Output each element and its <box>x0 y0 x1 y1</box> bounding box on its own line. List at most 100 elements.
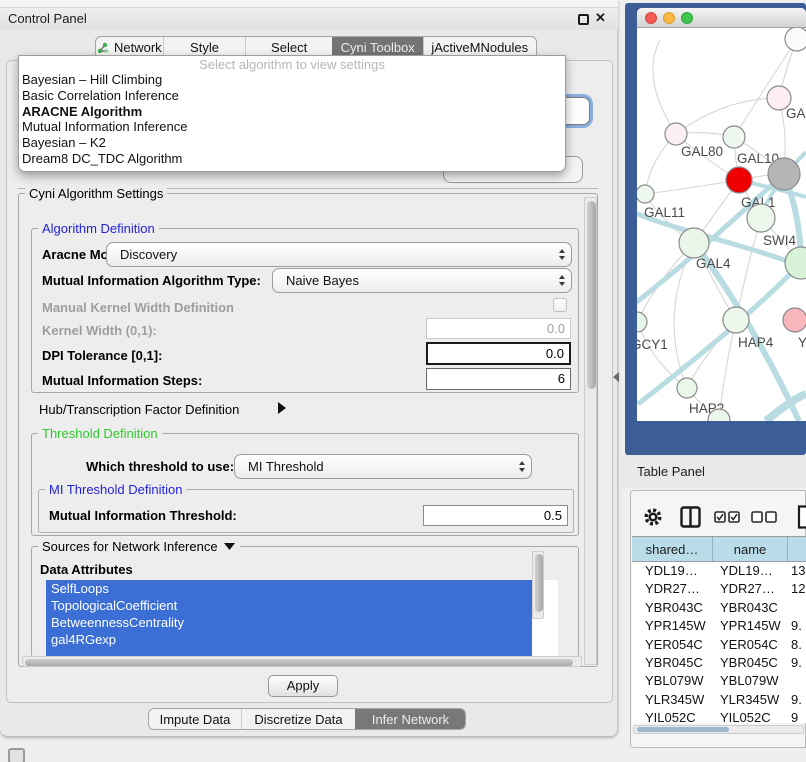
control-panel-title: Control Panel <box>8 11 87 26</box>
kernel-width-field[interactable]: 0.0 <box>426 318 571 339</box>
table-panel-titlebar: Table Panel <box>619 455 806 488</box>
attributes-list-scrollbar[interactable] <box>532 551 544 619</box>
network-node[interactable] <box>679 228 709 258</box>
mac-minimize-button[interactable] <box>663 12 675 24</box>
settings-scrollbar-thumb[interactable] <box>587 201 596 389</box>
file-icon[interactable] <box>797 505 806 529</box>
algorithm-option[interactable]: Bayesian – Hill Climbing <box>19 72 565 88</box>
select-all-checkboxes-icon[interactable] <box>714 511 740 523</box>
network-node[interactable] <box>723 307 749 333</box>
algorithm-option[interactable]: Bayesian – K2 <box>19 135 565 151</box>
table-cell: 9. <box>788 654 806 672</box>
attribute-list-item[interactable]: SelfLoops <box>46 580 532 597</box>
table-hscrollbar-thumb[interactable] <box>637 727 729 732</box>
table-row[interactable]: YBR043CYBR043C <box>632 599 806 617</box>
mi-type-label: Mutual Information Algorithm Type: <box>42 273 261 288</box>
combo-arrows-icon <box>513 461 531 472</box>
algorithm-dropdown-popup: Select algorithm to view settings Bayesi… <box>18 55 566 172</box>
table-cell: 12 <box>788 580 806 598</box>
tab-label: Cyni Toolbox <box>341 40 415 55</box>
table-row[interactable]: YER054CYER054C8. <box>632 636 806 654</box>
tab-discretize-data[interactable]: Discretize Data <box>241 709 355 729</box>
network-node[interactable] <box>677 378 697 398</box>
which-threshold-value: MI Threshold <box>235 459 513 474</box>
attribute-list-item[interactable]: TopologicalCoefficient <box>46 597 532 614</box>
network-node[interactable] <box>726 167 752 193</box>
tab-impute-data[interactable]: Impute Data <box>149 709 241 729</box>
deselect-all-checkboxes-icon[interactable] <box>751 511 777 523</box>
algorithm-option[interactable]: Mutual Information Inference <box>19 119 565 135</box>
network-node-label: GAL8 <box>786 106 806 121</box>
attributes-scrollbar-thumb[interactable] <box>535 554 543 612</box>
settings-horizontal-scrollbar[interactable] <box>22 656 582 667</box>
table-row[interactable]: YDL19…YDL19…13 <box>632 562 806 580</box>
mac-close-button[interactable] <box>645 12 657 24</box>
algorithm-option[interactable]: ARACNE Algorithm <box>19 104 565 120</box>
tab-label: Impute Data <box>160 712 231 727</box>
manual-kernel-checkbox[interactable] <box>553 298 567 312</box>
network-node[interactable] <box>637 185 654 203</box>
table-cell: 13 <box>788 562 806 580</box>
tab-label: Select <box>271 40 307 55</box>
dropdown-placeholder: Select algorithm to view settings <box>19 57 565 72</box>
apply-button[interactable]: Apply <box>268 675 338 697</box>
mi-steps-label: Mutual Information Steps: <box>42 373 202 388</box>
mi-threshold-field[interactable]: 0.5 <box>423 505 568 526</box>
network-canvas[interactable]: GAL8GAL80GAL10GAL1GAL11GAL4SWI4GCY1HAP4Y… <box>637 28 806 421</box>
table-header-row: shared… name A <box>632 536 806 562</box>
column-header-partial[interactable]: A <box>788 537 806 561</box>
dpi-tolerance-field[interactable]: 0.0 <box>426 342 571 365</box>
control-panel-titlebar: Control Panel ✕ <box>0 8 618 30</box>
settings-vertical-scrollbar[interactable] <box>584 197 597 665</box>
network-node[interactable] <box>723 126 745 148</box>
network-node[interactable] <box>637 312 647 332</box>
network-node[interactable] <box>783 308 806 332</box>
settings-hscrollbar-thumb[interactable] <box>25 659 573 666</box>
mi-threshold-label: Mutual Information Threshold: <box>49 508 237 523</box>
manual-kernel-label: Manual Kernel Width Definition <box>42 300 234 315</box>
minimized-panel-icon[interactable] <box>8 748 25 762</box>
which-threshold-combo[interactable]: MI Threshold <box>234 454 532 479</box>
network-node[interactable] <box>768 158 800 190</box>
attribute-list-item[interactable]: gal4RGexp <box>46 631 532 648</box>
table-row[interactable]: YDR27…YDR27…12 <box>632 580 806 598</box>
float-window-icon[interactable] <box>578 14 589 25</box>
table-cell: YLR345W <box>713 691 788 709</box>
network-node-label: HAP4 <box>738 335 774 350</box>
split-pane-handle-icon[interactable] <box>612 371 620 383</box>
table-row[interactable]: YIL052CYIL052C9 <box>632 709 806 723</box>
tab-label: Style <box>190 40 219 55</box>
network-node-label: GCY1 <box>637 337 668 352</box>
column-header-shared-name[interactable]: shared… <box>632 537 713 561</box>
tab-label: Infer Network <box>372 712 449 727</box>
tab-infer-network[interactable]: Infer Network <box>355 709 465 729</box>
mac-zoom-button[interactable] <box>681 12 693 24</box>
table-row[interactable]: YBR045CYBR045C9. <box>632 654 806 672</box>
attribute-list-item[interactable]: BetweennessCentrality <box>46 614 532 631</box>
table-row[interactable]: YLR345WYLR345W9. <box>632 691 806 709</box>
aracne-mode-combo[interactable]: Discovery <box>106 242 572 267</box>
table-horizontal-scrollbar[interactable] <box>633 725 804 734</box>
table-row[interactable]: YPR145WYPR145W9. <box>632 617 806 635</box>
network-node[interactable] <box>747 204 775 232</box>
gear-icon[interactable] <box>644 508 662 526</box>
algorithm-option[interactable]: Basic Correlation Inference <box>19 88 565 104</box>
hub-definition-label[interactable]: Hub/Transcription Factor Definition <box>39 402 239 417</box>
algorithm-option[interactable]: Dream8 DC_TDC Algorithm <box>19 151 565 167</box>
split-columns-icon[interactable] <box>680 506 701 528</box>
combo-arrows-icon <box>553 275 571 286</box>
column-header-name[interactable]: name <box>713 537 788 561</box>
network-node[interactable] <box>785 28 806 51</box>
network-icon <box>97 42 109 54</box>
table-row[interactable]: YBL079WYBL079W <box>632 672 806 690</box>
network-node[interactable] <box>665 123 687 145</box>
expand-right-arrow-icon[interactable] <box>277 401 287 415</box>
close-icon[interactable]: ✕ <box>595 10 606 26</box>
table-cell: YDR27… <box>713 580 788 598</box>
data-attributes-list[interactable]: SelfLoopsTopologicalCoefficientBetweenne… <box>46 580 558 658</box>
settings-group-title: Cyni Algorithm Settings <box>25 186 167 201</box>
mi-type-combo[interactable]: Naive Bayes <box>272 268 572 293</box>
mi-threshold-group: MI Threshold Definition Mutual Informati… <box>38 489 574 533</box>
sources-group-title-row[interactable]: Sources for Network Inference <box>38 539 240 554</box>
mi-steps-field[interactable]: 6 <box>426 368 571 390</box>
